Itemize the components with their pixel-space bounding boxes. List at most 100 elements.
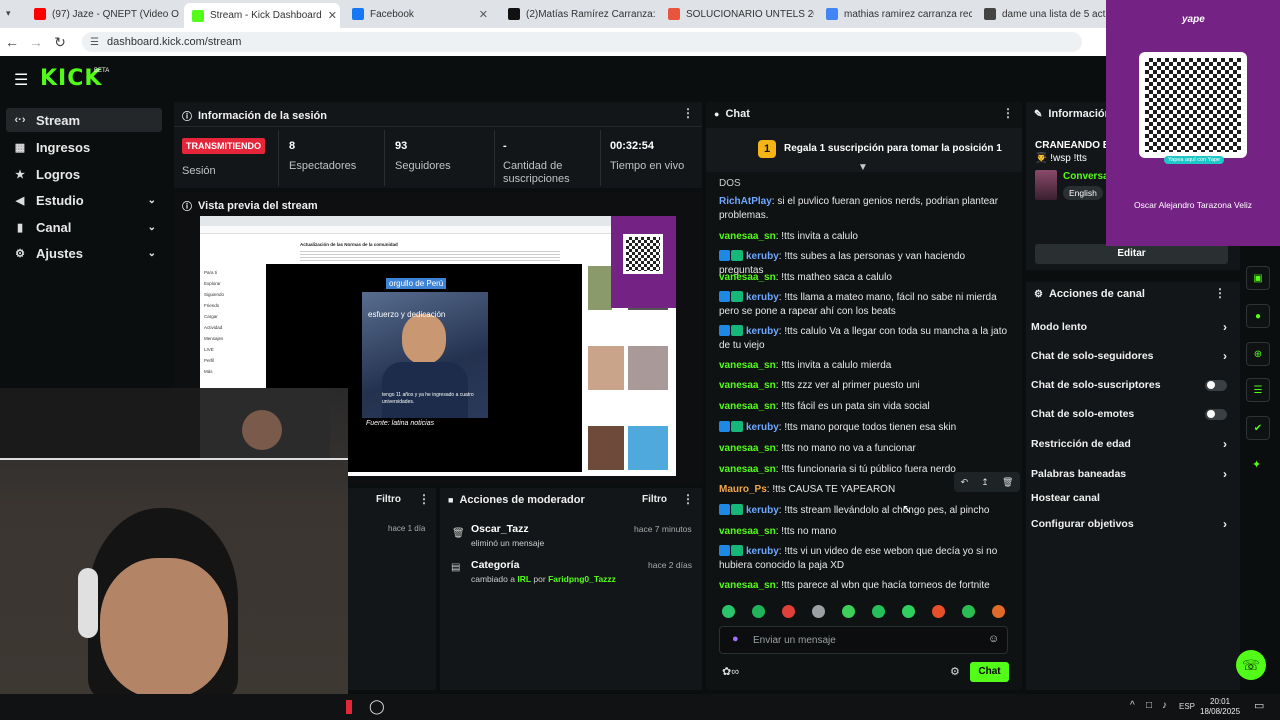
chat-message[interactable]: vanesaa_sn: !tts no mano xyxy=(719,525,1009,539)
sidebar-item-logros[interactable]: ★ Logros xyxy=(6,162,162,186)
browser-tab[interactable]: dame una lista de 5 actividad✕ xyxy=(976,3,1106,25)
channel-action-restricci-n-de-edad[interactable]: Restricción de edad › xyxy=(1031,437,1227,451)
chat-message[interactable]: vanesaa_sn: !tts invita a calulo mierda xyxy=(719,359,1009,373)
chat-username[interactable]: RichAtPlay xyxy=(719,196,772,207)
chat-username[interactable]: Mauro_Ps xyxy=(719,484,767,495)
emote-icon[interactable] xyxy=(872,605,885,618)
chat-message[interactable]: keruby: !tts mano porque todos tienen es… xyxy=(719,421,1009,435)
chat-username[interactable]: vanesaa_sn xyxy=(719,231,776,242)
emote-icon[interactable] xyxy=(752,605,765,618)
timeout-icon[interactable]: ↶ xyxy=(961,477,969,488)
taskbar-app-icon[interactable] xyxy=(346,700,352,714)
chat-username[interactable]: keruby xyxy=(746,505,779,516)
chat-username[interactable]: vanesaa_sn xyxy=(719,272,776,283)
emote-icon[interactable] xyxy=(782,605,795,618)
chat-username[interactable]: vanesaa_sn xyxy=(719,443,776,454)
category-name[interactable]: Conversa xyxy=(1063,171,1109,182)
mod-entry-user[interactable]: Oscar_Tazz xyxy=(471,523,529,535)
clock-time[interactable]: 20:01 xyxy=(1210,697,1230,706)
pinned-gift-banner[interactable]: 1 Regala 1 suscripción para tomar la pos… xyxy=(706,128,1022,173)
emote-icon[interactable] xyxy=(812,605,825,618)
channel-action-chat-de-solo-emotes[interactable]: Chat de solo-emotes xyxy=(1031,408,1227,420)
chat-username[interactable]: keruby xyxy=(746,251,779,262)
chat-message[interactable]: vanesaa_sn: !tts zzz ver al primer puest… xyxy=(719,379,1009,393)
browser-tab[interactable]: (2)Matías Ramírez Carranza: Ing✕ xyxy=(500,3,656,25)
rail-clip-icon[interactable]: ▣ xyxy=(1246,266,1270,290)
category-target[interactable]: IRL xyxy=(517,574,531,584)
channel-action-configurar-objetivos[interactable]: Configurar objetivos › xyxy=(1031,517,1227,531)
chat-username[interactable]: keruby xyxy=(746,546,779,557)
channel-action-palabras-baneadas[interactable]: Palabras baneadas › xyxy=(1031,467,1227,481)
delete-icon[interactable]: 🗑 xyxy=(1002,477,1013,488)
chat-username[interactable]: vanesaa_sn xyxy=(719,380,776,391)
back-icon[interactable]: ← xyxy=(0,34,24,50)
channel-action-chat-de-solo-seguidores[interactable]: Chat de solo-seguidores › xyxy=(1031,349,1227,363)
chat-menu-icon[interactable]: ⋮ xyxy=(1002,106,1014,120)
chat-username[interactable]: keruby xyxy=(746,292,779,303)
toggle-switch[interactable] xyxy=(1205,379,1227,391)
chat-message[interactable]: keruby: !tts stream llevándolo al chongo… xyxy=(719,504,1009,518)
chat-username[interactable]: vanesaa_sn xyxy=(719,526,776,537)
rail-tools-icon[interactable]: ✔ xyxy=(1246,416,1270,440)
pin-icon[interactable]: ↥ xyxy=(981,477,989,488)
language-indicator[interactable]: ESP xyxy=(1179,702,1195,711)
emote-icon[interactable] xyxy=(722,605,735,618)
mod-menu-icon[interactable]: ⋮ xyxy=(682,492,694,506)
support-headset-icon[interactable]: ☏ xyxy=(1236,650,1266,680)
mod-filter-button[interactable]: Filtro xyxy=(642,494,667,505)
action-actor[interactable]: Faridpng0_Tazzz xyxy=(548,574,616,584)
rail-list-icon[interactable]: ☰ xyxy=(1246,378,1270,402)
tab-search-icon[interactable]: ▾ xyxy=(6,8,11,19)
left-filter-button[interactable]: Filtro xyxy=(376,494,401,505)
browser-tab[interactable]: SOLUCIONARIO UNTELS 2026✕ xyxy=(660,3,814,25)
chat-message[interactable]: vanesaa_sn: !tts fácil es un pata sin vi… xyxy=(719,400,1009,414)
reload-icon[interactable]: ↻ xyxy=(48,34,72,51)
chat-message[interactable]: vanesaa_sn: !tts no mano no va a funcion… xyxy=(719,442,1009,456)
tray-volume-icon[interactable]: ♪ xyxy=(1162,700,1167,711)
tab-close-icon[interactable]: ✕ xyxy=(328,9,337,22)
tray-network-icon[interactable]: □ xyxy=(1146,700,1152,711)
chat-username[interactable]: vanesaa_sn xyxy=(719,401,776,412)
chat-username[interactable]: vanesaa_sn xyxy=(719,464,776,475)
sidebar-item-ajustes[interactable]: ⚙ Ajustes ⌄ xyxy=(6,241,162,265)
chat-username[interactable]: vanesaa_sn xyxy=(719,360,776,371)
tab-close-icon[interactable]: ✕ xyxy=(479,8,488,21)
chat-message[interactable]: vanesaa_sn: !tts matheo saca a calulo xyxy=(719,271,1009,285)
emote-icon[interactable] xyxy=(842,605,855,618)
channel-action-chat-de-solo-suscriptores[interactable]: Chat de solo-suscriptores xyxy=(1031,379,1227,391)
browser-tab[interactable]: (97) Jaze - QNEPT (Video O✕ xyxy=(26,3,182,25)
session-menu-icon[interactable]: ⋮ xyxy=(682,106,694,120)
left-filter-menu-icon[interactable]: ⋮ xyxy=(418,492,430,506)
rail-chat-icon[interactable]: ● xyxy=(1246,304,1270,328)
channel-actions-menu-icon[interactable]: ⋮ xyxy=(1214,286,1226,300)
browser-tab[interactable]: Stream - Kick Dashboard ✕ xyxy=(184,3,340,28)
chat-username[interactable]: vanesaa_sn xyxy=(719,580,776,591)
chat-message[interactable]: keruby: !tts calulo Va a llegar con toda… xyxy=(719,325,1009,352)
points-icon[interactable]: ✿∞ xyxy=(722,665,739,678)
site-info-icon[interactable]: ☰ xyxy=(90,37,99,48)
chat-message[interactable]: vanesaa_sn: !tts parece al wbn que hacía… xyxy=(719,579,1009,593)
mic-icon[interactable]: ● xyxy=(732,633,739,645)
chat-settings-icon[interactable]: ⚙ xyxy=(950,665,960,678)
chat-username[interactable]: keruby xyxy=(746,326,779,337)
forward-icon[interactable]: → xyxy=(24,34,48,50)
rail-broadcast-icon[interactable]: ⊕ xyxy=(1246,342,1270,366)
sidebar-item-canal[interactable]: ▮ Canal ⌄ xyxy=(6,215,162,239)
chat-send-button[interactable]: Chat xyxy=(970,662,1009,682)
chat-input-field[interactable]: ● Enviar un mensaje ☺ xyxy=(719,626,1008,654)
notification-icon[interactable]: ▭ xyxy=(1254,699,1264,712)
emote-icon[interactable] xyxy=(902,605,915,618)
tray-chevron-icon[interactable]: ^ xyxy=(1130,700,1135,711)
chat-message[interactable]: keruby: !tts llama a mateo mano, fácil n… xyxy=(719,291,1009,318)
chat-message[interactable]: vanesaa_sn: !tts invita a calulo xyxy=(719,230,1009,244)
chat-message[interactable]: keruby: !tts vi un video de ese webon qu… xyxy=(719,545,1009,572)
emoji-icon[interactable]: ☺ xyxy=(988,633,999,645)
clock-date[interactable]: 18/08/2025 xyxy=(1200,707,1240,716)
rail-more-icon[interactable]: ✦ xyxy=(1252,458,1261,471)
obs-icon[interactable]: ◯ xyxy=(369,698,385,715)
emote-icon[interactable] xyxy=(932,605,945,618)
sidebar-item-estudio[interactable]: ◀ Estudio ⌄ xyxy=(6,188,162,212)
channel-action-modo-lento[interactable]: Modo lento › xyxy=(1031,320,1227,334)
emote-icon[interactable] xyxy=(962,605,975,618)
chat-username[interactable]: keruby xyxy=(746,422,779,433)
